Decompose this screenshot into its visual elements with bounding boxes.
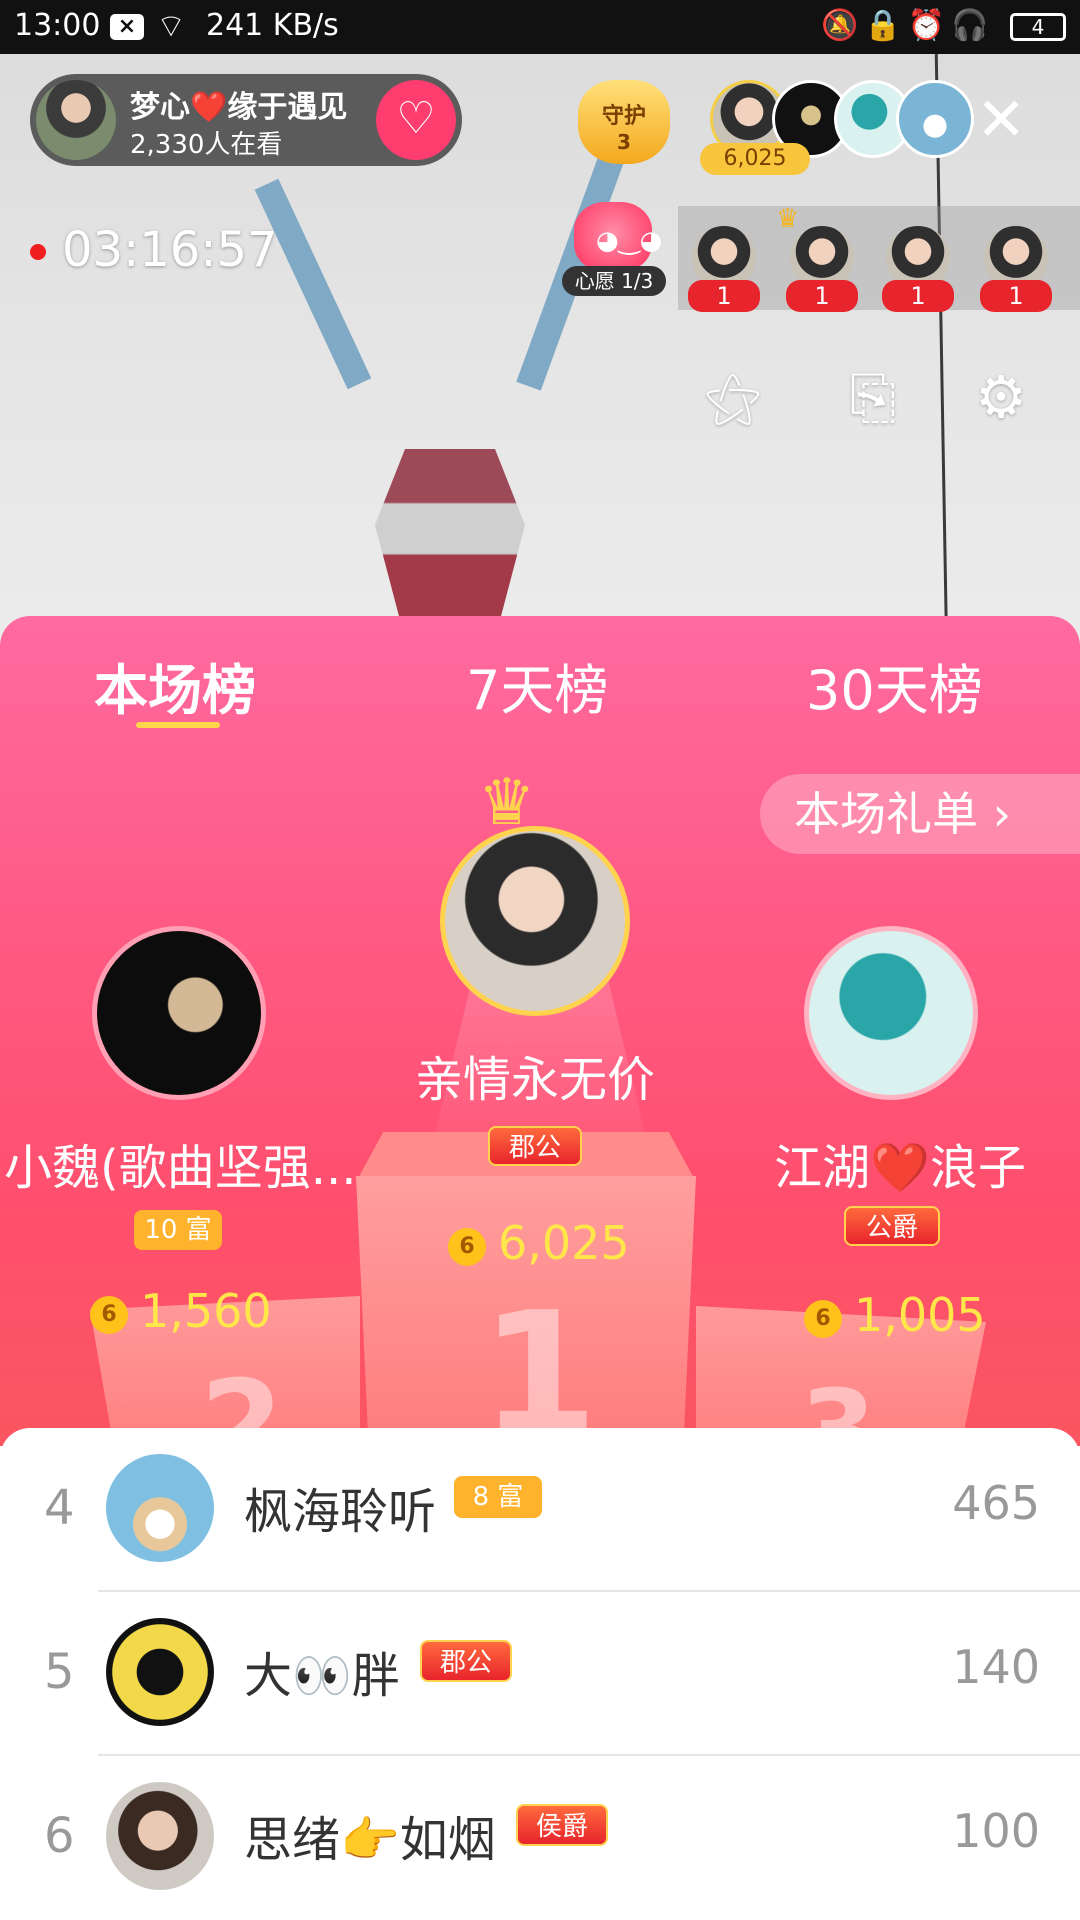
gift-count-badge: 1 (688, 280, 760, 312)
notification-icon: × (110, 14, 144, 40)
second-place-name: 小魏(歌曲坚强... (4, 1140, 357, 1196)
ranking-panel: 本场榜 7天榜 30天榜 本场礼单 › 1 2 3 ♛ 亲情永无价 郡公 6 6,… (0, 616, 1080, 1446)
battery-icon: 4 (1010, 12, 1066, 41)
third-place-coins: 6 1,005 (804, 1288, 986, 1342)
host-info[interactable]: 梦心❤️缘于遇见 2,330人在看 ♡ (30, 74, 462, 166)
deer-head-decoration (375, 449, 525, 639)
lock-icon: 🔒 (864, 8, 908, 43)
user-avatar[interactable] (106, 1782, 214, 1890)
user-score: 100 (952, 1804, 1040, 1858)
camera-switch-icon: ⎘ (849, 363, 897, 431)
follow-button[interactable]: ♡ (376, 80, 456, 160)
user-avatar[interactable] (106, 1618, 214, 1726)
close-button[interactable]: ✕ (976, 90, 1026, 150)
gear-icon: ⚙ (975, 363, 1027, 431)
third-place-name: 江湖❤️浪子 (774, 1140, 1026, 1196)
status-time: 13:00 (14, 8, 101, 43)
podium-number-1: 1 (480, 1276, 599, 1446)
deer-antler-left (254, 178, 372, 390)
rank-badge: 侯爵 (516, 1804, 608, 1846)
active-tab-indicator (136, 722, 220, 728)
tab-current-session[interactable]: 本场榜 (94, 646, 256, 725)
top-viewer-contribution: 6,025 (700, 143, 810, 175)
user-score: 140 (952, 1640, 1040, 1694)
second-place-avatar[interactable] (92, 926, 266, 1100)
rank-number: 4 (44, 1480, 75, 1536)
wifi-icon: ⌔ (156, 7, 187, 45)
top-viewer-avatar[interactable] (896, 80, 974, 158)
guard-count: 3 (617, 130, 631, 154)
rank-number: 6 (44, 1808, 75, 1864)
rank-badge: 郡公 (420, 1640, 512, 1682)
guard-label: 守护 (601, 104, 646, 129)
first-place-coins: 6 6,025 (448, 1216, 630, 1270)
close-icon: ✕ (976, 85, 1027, 155)
coin-icon: 6 (90, 1295, 128, 1334)
network-speed: 241 KB/s (206, 8, 339, 43)
headphone-icon: 🎧 (951, 8, 995, 43)
gift-count-badge: 1 (980, 280, 1052, 312)
first-place-avatar[interactable] (440, 826, 630, 1016)
wish-progress: 心愿 1/3 (562, 266, 666, 296)
user-score: 465 (952, 1476, 1040, 1530)
coin-icon: 6 (448, 1227, 486, 1266)
crown-icon: ♛ (776, 204, 800, 234)
tab-30-days[interactable]: 30天榜 (806, 646, 983, 725)
host-avatar[interactable] (36, 80, 116, 160)
live-indicator-dot (30, 244, 46, 260)
rich-level-badge: 8 富 (454, 1476, 542, 1518)
wish-heart-icon[interactable]: ◕‿◕ (574, 202, 662, 272)
host-name: 梦心❤️缘于遇见 (130, 90, 348, 125)
first-place-name: 亲情永无价 (414, 1052, 655, 1108)
beauty-wand-button[interactable]: ⚝ (694, 358, 772, 436)
guard-badge[interactable]: 守护 3 (578, 80, 670, 164)
user-name: 大👀胖 (244, 1648, 400, 1704)
list-item[interactable]: 4 枫海聆听 8 富 465 (0, 1428, 1080, 1592)
tab-7-days[interactable]: 7天榜 (466, 646, 608, 725)
gift-count-badge: 1 (786, 280, 858, 312)
rank-number: 5 (44, 1644, 75, 1700)
third-place-rank-badge: 公爵 (844, 1206, 940, 1246)
settings-button[interactable]: ⚙ (962, 358, 1040, 436)
gift-count-badge: 1 (882, 280, 954, 312)
live-timer: 03:16:57 (62, 222, 278, 278)
ranking-list: 4 枫海聆听 8 富 465 5 大👀胖 郡公 140 6 思绪👉如烟 侯爵 1… (0, 1428, 1080, 1920)
coin-icon: 6 (804, 1299, 842, 1338)
user-avatar[interactable] (106, 1454, 214, 1562)
list-item[interactable]: 6 思绪👉如烟 侯爵 100 (0, 1756, 1080, 1920)
list-item[interactable]: 5 大👀胖 郡公 140 (0, 1592, 1080, 1756)
first-place-rank-badge: 郡公 (488, 1126, 582, 1166)
second-place-coins: 6 1,560 (90, 1284, 272, 1338)
user-name: 枫海聆听 (244, 1484, 437, 1540)
viewer-count: 2,330人在看 (130, 130, 283, 160)
status-bar: 13:00 × ⌔ 241 KB/s 🔕🔒⏰🎧 4 (0, 0, 1080, 54)
gift-list-button[interactable]: 本场礼单 › (760, 774, 1080, 854)
user-name: 思绪👉如烟 (244, 1812, 496, 1868)
status-icons: 🔕🔒⏰🎧 4 (821, 8, 1066, 43)
alarm-icon: ⏰ (907, 8, 952, 43)
second-place-rich-badge: 10 富 (134, 1210, 222, 1250)
magic-wand-icon: ⚝ (704, 363, 762, 431)
switch-camera-button[interactable]: ⎘ (834, 358, 912, 436)
bell-mute-icon: 🔕 (821, 8, 865, 43)
heart-plus-icon: ♡ (396, 93, 436, 144)
third-place-avatar[interactable] (804, 926, 978, 1100)
